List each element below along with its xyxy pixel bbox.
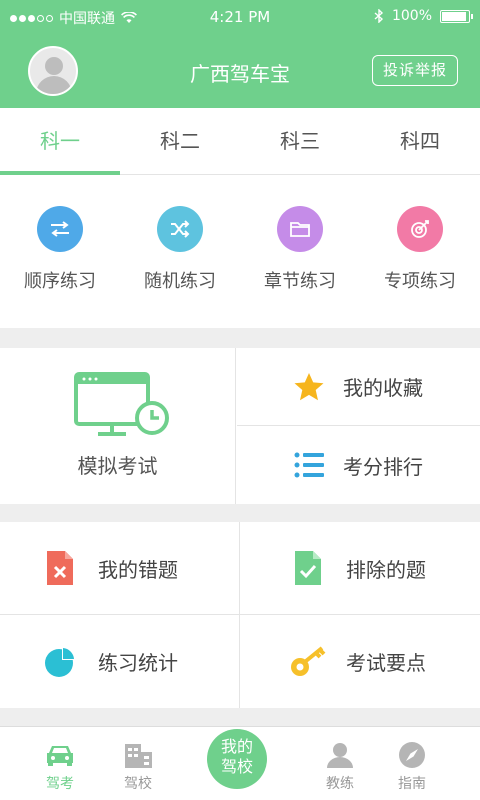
nav-coach[interactable]: 教练 (310, 741, 370, 793)
mock-exam-label: 模拟考试 (77, 454, 158, 478)
chapter-practice-button[interactable]: 章节练习 (240, 175, 360, 328)
monitor-clock-icon (74, 372, 169, 436)
favorites-label: 我的收藏 (343, 376, 423, 400)
star-icon (289, 372, 329, 402)
my-school-button[interactable]: 我的 驾校 (207, 729, 267, 789)
status-bar: 中国联通 4:21 PM 100% (0, 0, 480, 34)
status-right: 100% (374, 8, 473, 24)
exam-section: 模拟考试 我的收藏 考分排行 (0, 348, 480, 504)
subject-tabs: 科一 科二 科三 科四 (0, 108, 480, 175)
target-icon (397, 206, 443, 252)
my-school-label-line1: 我的 (220, 737, 253, 756)
random-practice-label: 随机练习 (144, 271, 216, 292)
chapter-practice-label: 章节练习 (264, 271, 336, 292)
key-points-button[interactable]: 考试要点 (240, 615, 480, 708)
check-file-icon (288, 551, 328, 585)
nav-guide-label: 指南 (398, 776, 426, 792)
battery-percent: 100% (391, 8, 432, 24)
practice-modes: 顺序练习 随机练习 章节练习 专项练习 (0, 175, 480, 328)
battery-icon (440, 9, 473, 23)
car-icon (30, 741, 90, 769)
nav-school[interactable]: 驾校 (108, 741, 168, 793)
my-school-label-line2: 驾校 (220, 757, 253, 776)
list-icon (289, 452, 329, 478)
person-icon (310, 741, 370, 769)
complain-button[interactable]: 投诉举报 (372, 55, 458, 86)
mock-exam-button[interactable]: 模拟考试 (0, 348, 236, 504)
key-points-label: 考试要点 (346, 651, 426, 675)
excluded-questions-button[interactable]: 排除的题 (240, 522, 480, 615)
tab-subject-1[interactable]: 科一 (0, 108, 120, 175)
ranking-label: 考分排行 (343, 454, 423, 479)
nav-exam[interactable]: 驾考 (30, 741, 90, 793)
wrong-questions-button[interactable]: 我的错题 (0, 522, 240, 615)
ranking-button[interactable]: 考分排行 (237, 426, 480, 504)
tab-subject-2[interactable]: 科二 (120, 108, 240, 174)
excluded-questions-label: 排除的题 (346, 557, 426, 582)
shuffle-icon (157, 206, 203, 252)
nav-school-label: 驾校 (124, 776, 152, 792)
folder-icon (277, 206, 323, 252)
sequence-practice-label: 顺序练习 (24, 271, 96, 292)
app-header: 广西驾车宝 投诉举报 (0, 34, 480, 108)
key-icon (288, 645, 328, 678)
nav-coach-label: 教练 (326, 776, 354, 792)
bluetooth-icon (374, 9, 383, 23)
nav-guide[interactable]: 指南 (382, 741, 442, 793)
pie-chart-icon (40, 646, 80, 678)
wrong-file-icon (40, 551, 80, 585)
special-practice-label: 专项练习 (384, 271, 456, 292)
tab-subject-3[interactable]: 科三 (240, 108, 360, 174)
wrong-questions-label: 我的错题 (98, 557, 178, 582)
sequence-icon (37, 206, 83, 252)
tab-subject-4[interactable]: 科四 (360, 108, 480, 174)
bottom-nav: 驾考 驾校 我的 驾校 教练 指南 (0, 726, 480, 800)
compass-icon (382, 741, 442, 769)
sequence-practice-button[interactable]: 顺序练习 (0, 175, 120, 328)
building-icon (108, 741, 168, 769)
random-practice-button[interactable]: 随机练习 (120, 175, 240, 328)
special-practice-button[interactable]: 专项练习 (360, 175, 480, 328)
nav-exam-label: 驾考 (46, 776, 74, 792)
tools-section: 我的错题 排除的题 练习统计 考试要点 (0, 522, 480, 708)
practice-stats-label: 练习统计 (98, 651, 178, 675)
favorites-button[interactable]: 我的收藏 (237, 348, 480, 426)
practice-stats-button[interactable]: 练习统计 (0, 615, 240, 708)
